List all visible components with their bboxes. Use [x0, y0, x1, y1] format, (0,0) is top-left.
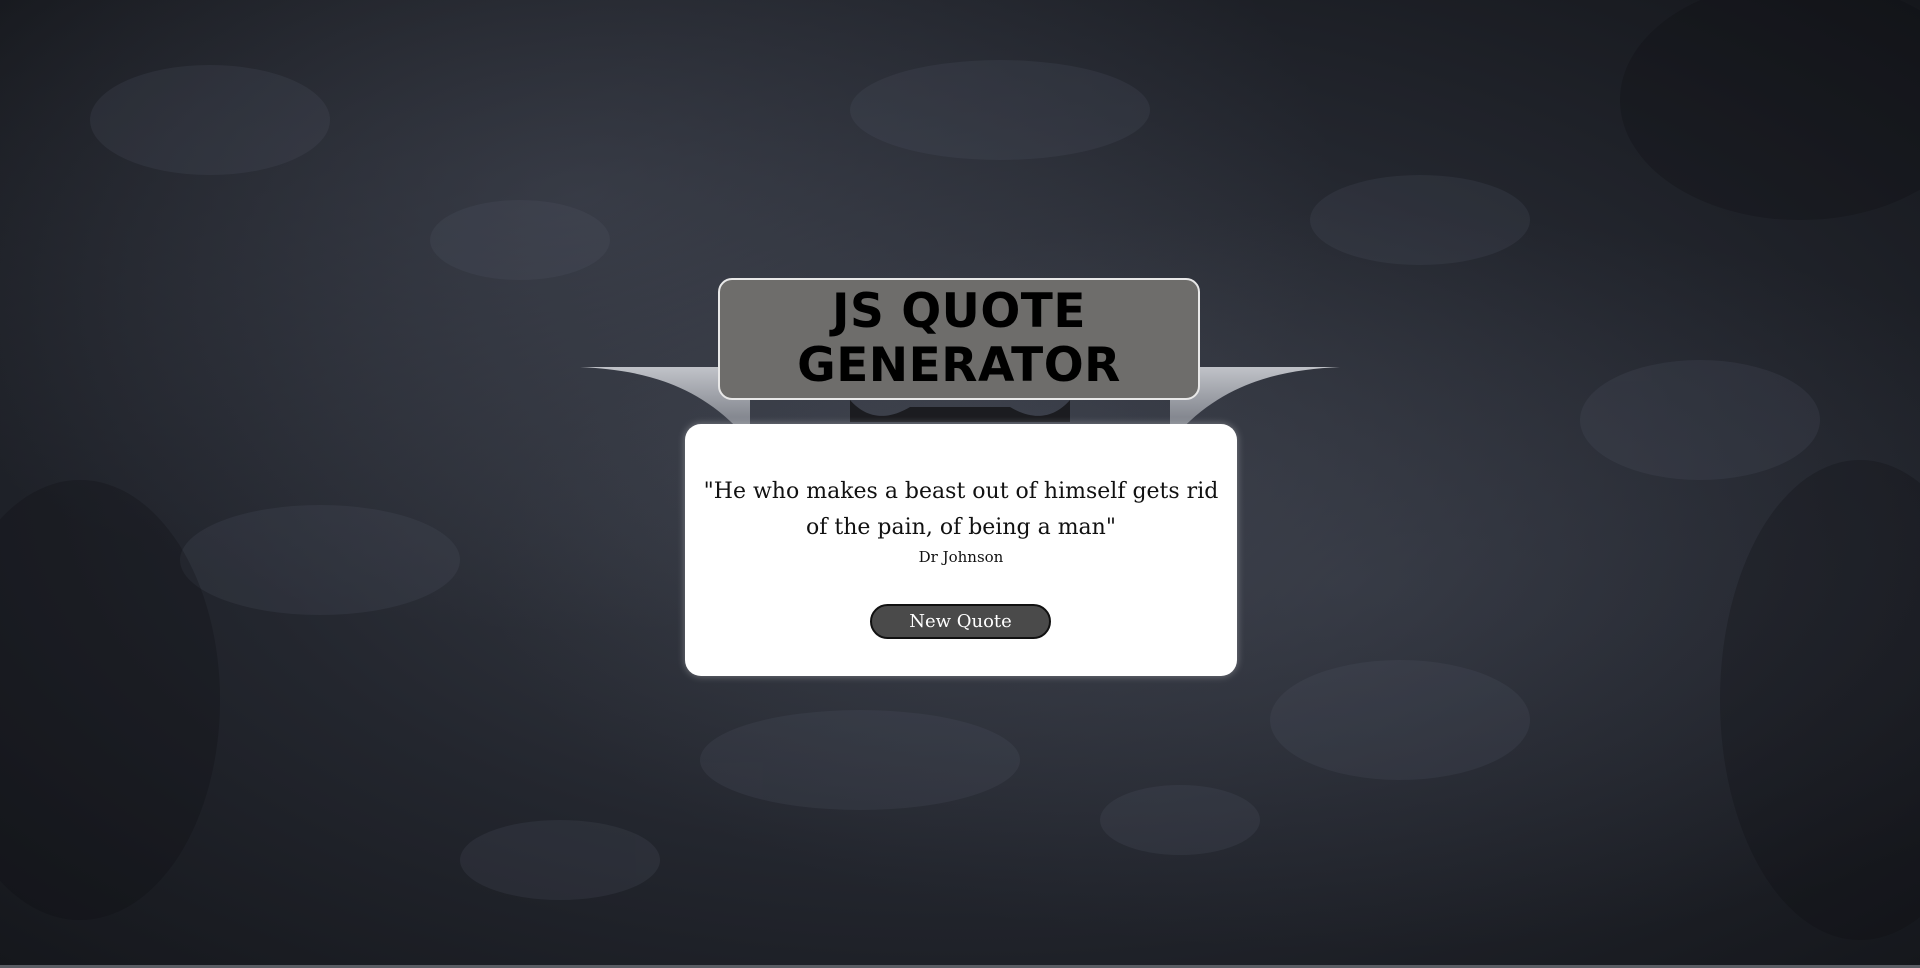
title-line-2: GENERATOR	[797, 338, 1121, 393]
quote-text: "He who makes a beast out of himself get…	[703, 479, 1219, 540]
new-quote-button[interactable]: New Quote	[870, 604, 1051, 639]
title-line-1: JS QUOTE	[832, 284, 1086, 339]
title-banner: JS QUOTE GENERATOR	[718, 278, 1200, 400]
quote-author: Dr Johnson	[918, 548, 1004, 566]
page-title: JS QUOTE GENERATOR	[797, 285, 1121, 393]
quote-card: "He who makes a beast out of himself get…	[685, 424, 1237, 676]
